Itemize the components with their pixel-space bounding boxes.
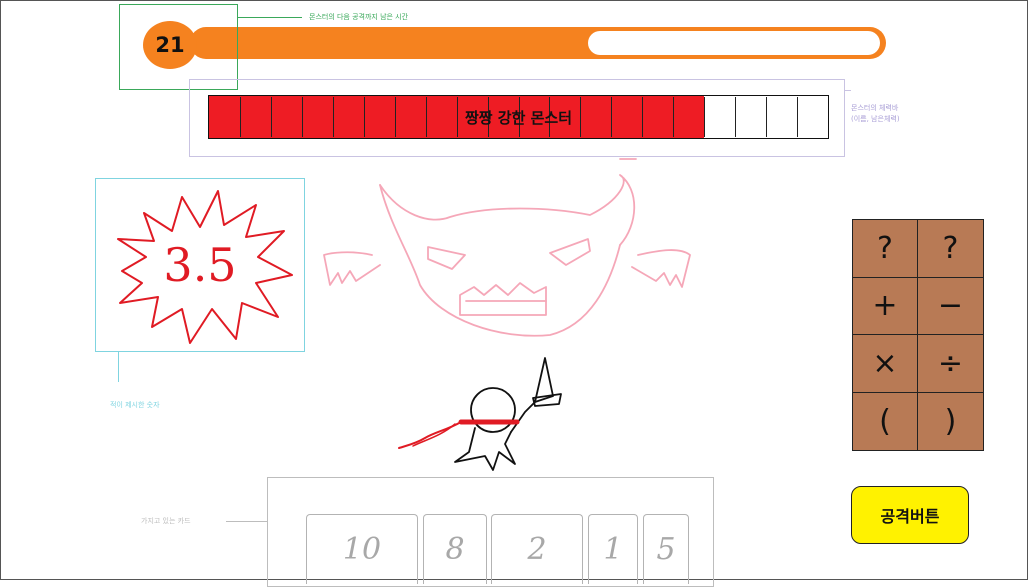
monster-hp-bar: 짱짱 강한 몬스터: [208, 95, 829, 139]
hand-annotation-label: 가지고 있는 카드: [141, 517, 191, 525]
close-paren-key[interactable]: ): [918, 393, 983, 451]
blank-operator-slot-2[interactable]: ?: [918, 220, 983, 278]
hp-annotation-line-1: 몬스터의 체력바: [851, 104, 899, 112]
number-card[interactable]: 8: [423, 514, 487, 584]
target-number: 3.5: [163, 238, 237, 292]
operator-keypad: ?? + − × ÷(): [852, 219, 984, 451]
plus-key[interactable]: +: [853, 277, 918, 335]
hp-annotation-leader: [845, 90, 851, 91]
hand-annotation-leader: [226, 521, 267, 522]
target-annotation-leader: [118, 352, 119, 382]
number-card[interactable]: 10: [306, 514, 418, 584]
hp-annotation-label: 몬스터의 체력바 (이름, 남은체력): [851, 103, 900, 125]
player-character-sketch: [398, 357, 562, 471]
number-card[interactable]: 1: [588, 514, 638, 584]
attack-button[interactable]: 공격버튼: [851, 486, 969, 544]
multiply-key[interactable]: ×: [853, 335, 918, 393]
blank-operator-slot-1[interactable]: ?: [853, 220, 918, 278]
timer-annotation-box: [119, 4, 238, 90]
target-annotation-label: 적이 제시한 숫자: [110, 401, 160, 409]
open-paren-key[interactable]: (: [853, 392, 918, 450]
number-card[interactable]: 5: [643, 514, 689, 584]
attack-timer-remaining: [588, 31, 880, 55]
number-card[interactable]: 2: [491, 514, 583, 584]
hp-annotation-line-2: (이름, 남은체력): [851, 115, 900, 123]
target-number-panel: 3.5: [95, 178, 305, 352]
minus-key[interactable]: −: [918, 278, 983, 335]
timer-annotation-leader: [238, 17, 302, 18]
monster-sketch: [323, 158, 691, 337]
monster-name: 짱짱 강한 몬스터: [464, 108, 573, 127]
timer-annotation-label: 몬스터의 다음 공격까지 남은 시간: [309, 13, 409, 21]
divide-key[interactable]: ÷: [918, 335, 983, 393]
